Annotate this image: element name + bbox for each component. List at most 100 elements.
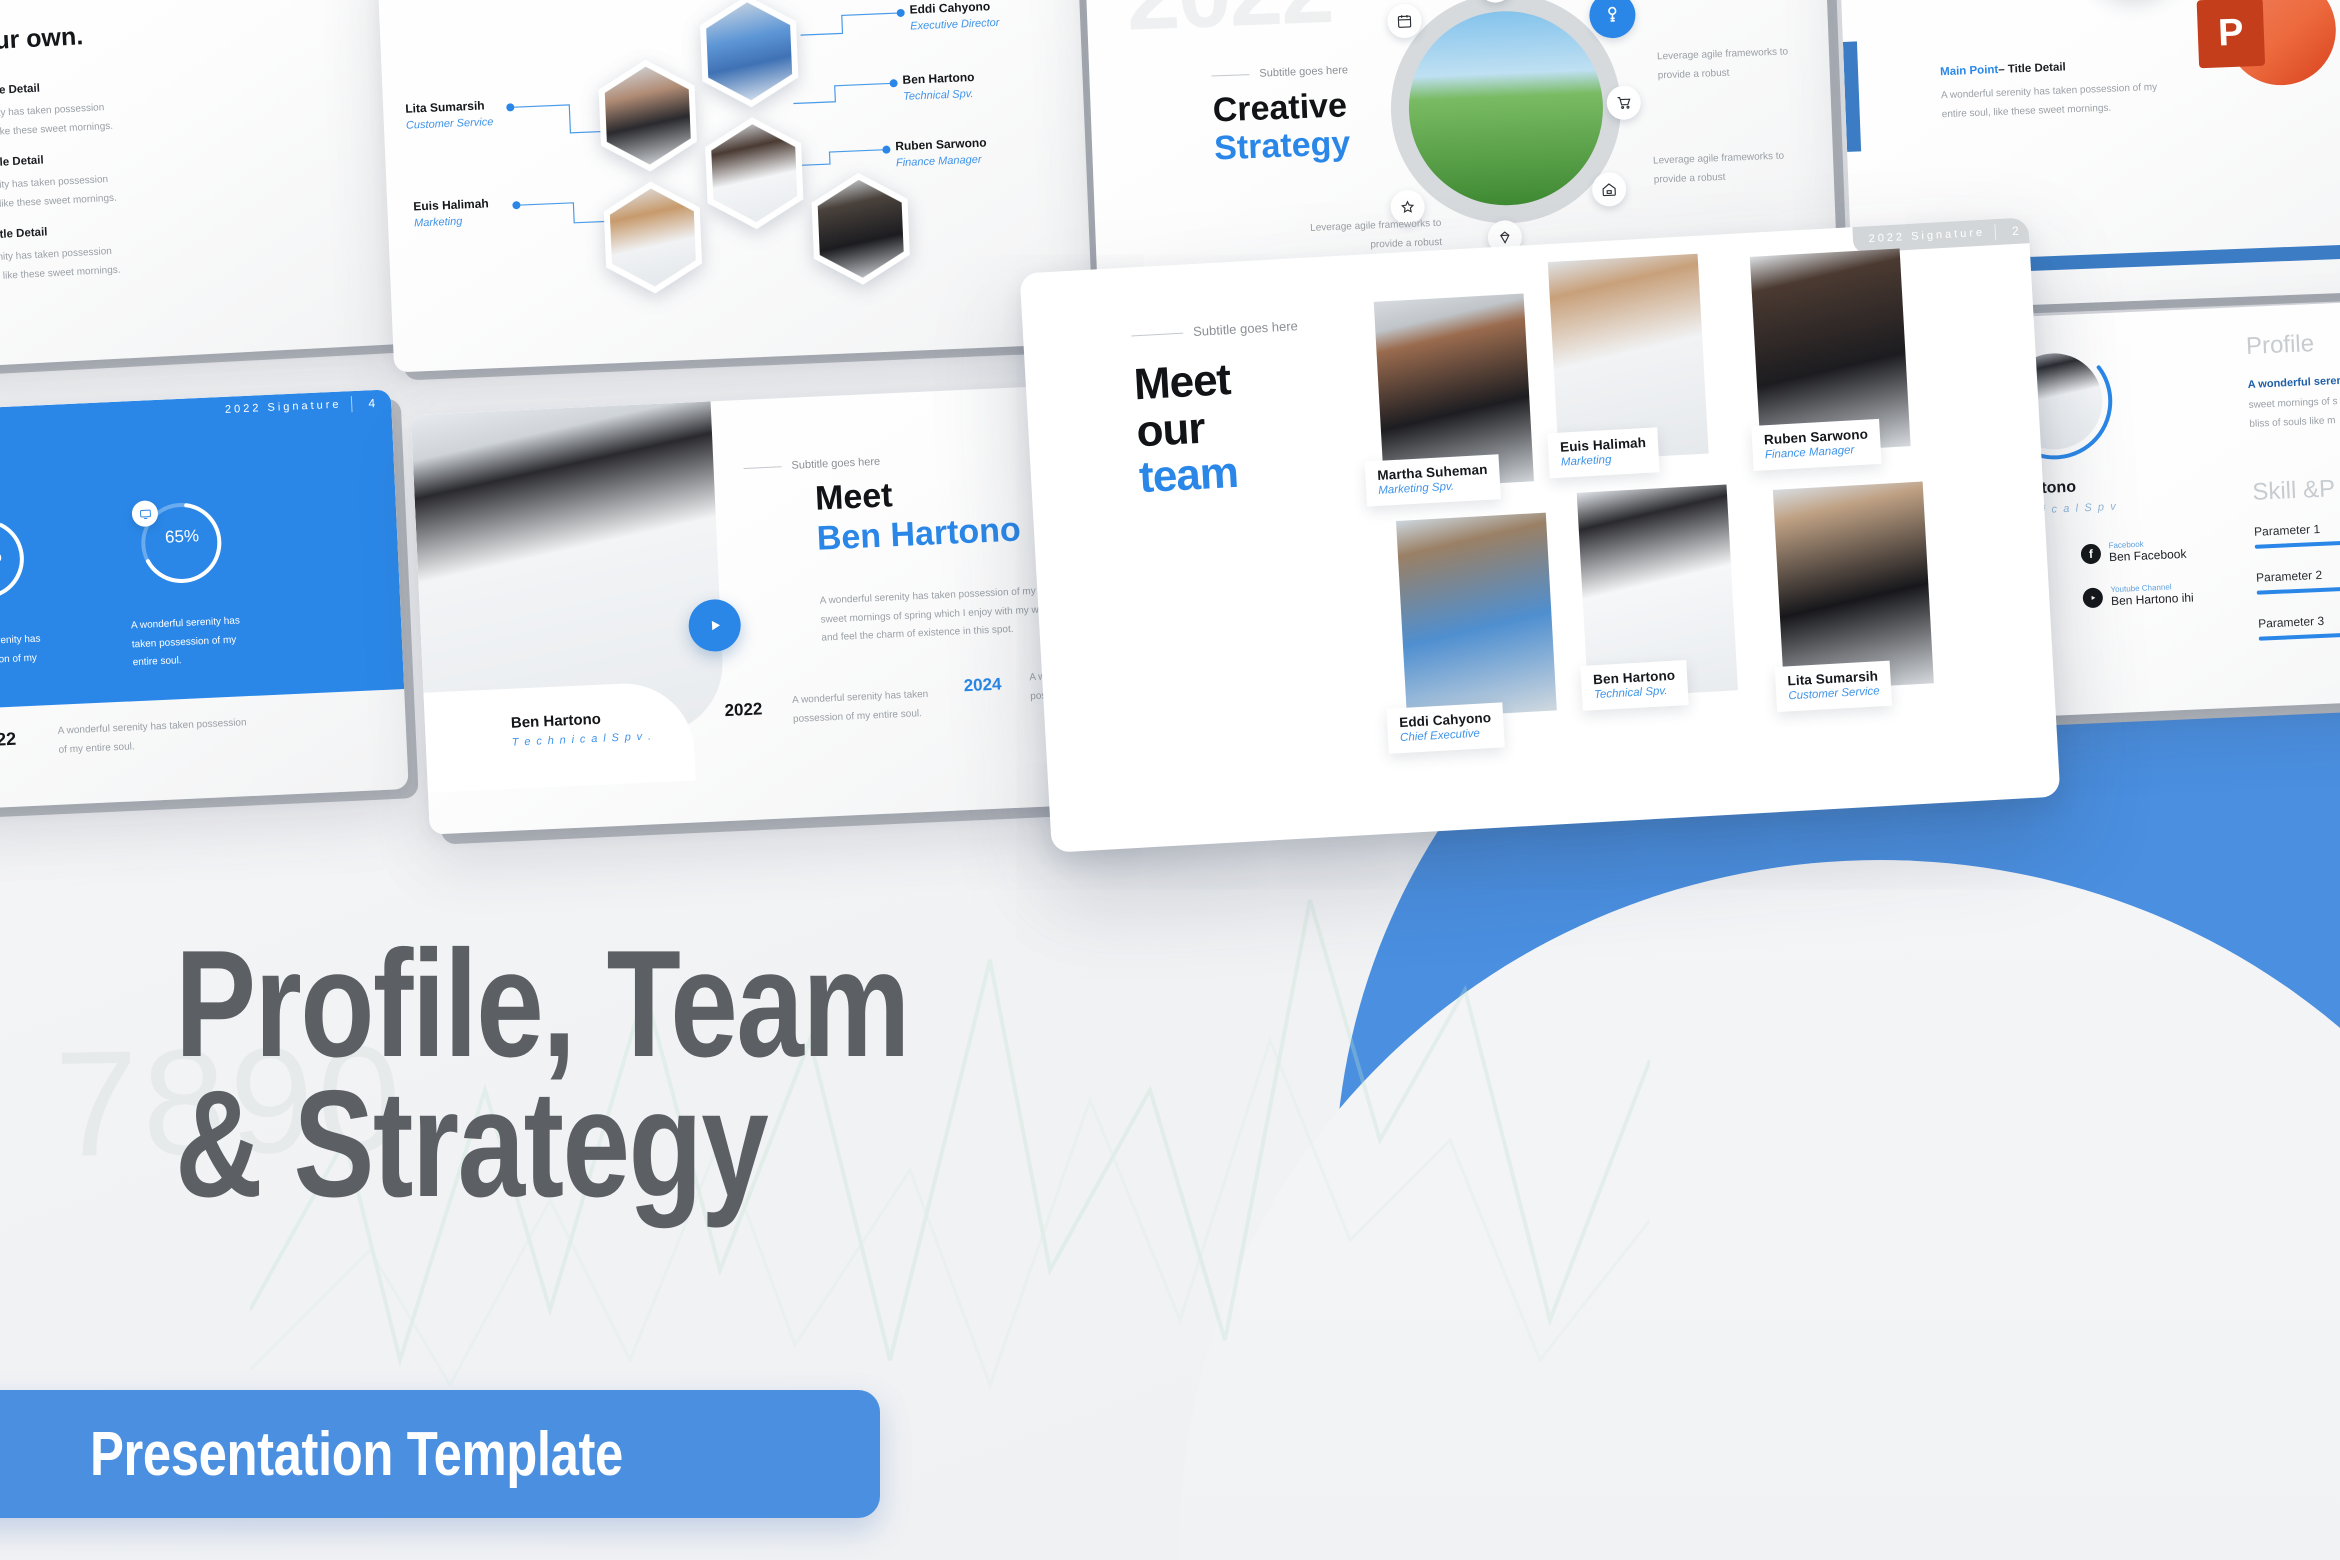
powerpoint-letter: P [2196, 0, 2266, 69]
main-point-detail: Title Detail [2007, 61, 2067, 76]
year-watermark: 2022 [1124, 0, 1334, 53]
slide-title-line-2: our [1135, 403, 1206, 456]
signature-label: 2022 Signature [1868, 226, 1986, 246]
parameter-row: Parameter 1 [2254, 516, 2340, 549]
profile-lead: A wonderful seren [2247, 374, 2340, 391]
parameter-row: Parameter 3 [2258, 608, 2340, 641]
slide-title: Meet our team [1132, 355, 1240, 503]
team-member-label: Eddi Cahyono Executive Director [909, 0, 999, 33]
hexagon-avatar [704, 115, 805, 231]
donut-caption: A wonderful serenity has taken possessio… [130, 615, 241, 669]
facebook-icon: f [2080, 543, 2102, 564]
team-member-label: Euis Halimah Marketing [413, 196, 490, 229]
team-member-card[interactable]: Ruben Sarwono Finance Manager [1749, 248, 1911, 471]
slide-kicker: Subtitle goes here [1131, 318, 1298, 342]
member-photo [1772, 481, 1934, 692]
team-member-card[interactable]: Lita Sumarsih Customer Service [1772, 481, 1934, 713]
slide-title-dark: Creative [1212, 86, 1348, 130]
person-name: Ben Hartono [510, 710, 602, 732]
timeline-year: 2022 [724, 699, 763, 721]
accent-bar [1842, 41, 1862, 152]
member-role: Marketing [1560, 453, 1612, 469]
member-name: Ben Hartono [902, 69, 975, 87]
signature-label: 2022 Signature [224, 398, 342, 416]
hexagon-avatar [810, 171, 911, 287]
slide-change-with-your-own[interactable]: 2022 Signature 1 Subtitle goes here Chan… [0, 0, 411, 376]
member-role: Technical Spv. [1593, 685, 1668, 702]
contact-value: Ben Hartono ihi [2110, 590, 2194, 609]
timeline-body: A wonderful serenity has taken possessio… [791, 688, 929, 725]
skill-heading: Skill &P [2251, 475, 2336, 506]
member-label: Ruben Sarwono Finance Manager [1751, 418, 1882, 471]
contact-row[interactable]: f Facebook Ben Facebook [2080, 538, 2187, 566]
powerpoint-app-icon: P [2196, 0, 2339, 116]
kicker-rule [743, 465, 782, 469]
donut-value: 65% [164, 526, 200, 547]
main-point-body: A wonderful serenity has taken possessio… [0, 174, 118, 213]
team-member-label: Ruben Sarwono Finance Manager [895, 135, 988, 169]
main-point-body: A wonderful serenity has taken possessio… [0, 102, 114, 141]
main-point-item: Main Point– Title Detail A wonderful ser… [0, 151, 121, 218]
slide-title: Change with your own. [0, 22, 84, 64]
slide-title: Meet Ben Hartono [814, 470, 1021, 559]
main-point-body: A wonderful serenity has taken possessio… [0, 245, 121, 285]
member-name: Euis Halimah [413, 196, 489, 214]
team-member-label: Ben Hartono Technical Spv. [902, 70, 975, 103]
strategy-caption: Leverage agile frameworks to provide a r… [1656, 46, 1789, 81]
member-photo [1395, 512, 1557, 719]
donut-caption: A wonderful serenity has taken possessio… [0, 633, 41, 667]
parameter-bar [2258, 630, 2340, 641]
page-title: Profile, Team & Strategy [175, 928, 910, 1220]
kicker-rule [1211, 73, 1250, 77]
slide-meet-our-team[interactable]: 2022 Signature 2 Subtitle goes here Meet… [1019, 217, 2061, 853]
donut-chart-65: 65% [131, 495, 229, 591]
banner-label: Presentation Template [90, 1419, 623, 1489]
timeline-item: 2022 [724, 699, 763, 721]
slide-title-line-3: team [1137, 448, 1240, 503]
member-label: Euis Halimah Marketing [1547, 427, 1660, 479]
slide-title-line-1: Meet [1132, 355, 1232, 410]
hexagon-avatar [597, 58, 698, 174]
parameter-row: Parameter 2 [2256, 562, 2340, 595]
signature-divider [351, 396, 353, 413]
slide-blue-stats[interactable]: 2022 Signature 4 Manager. 85% A wonderfu… [0, 389, 409, 821]
main-point-item: Main Point– Title Detail A wonderful ser… [0, 222, 124, 289]
timeline-item: 2024 [963, 674, 1002, 696]
team-member-card[interactable]: Eddi Cahyono Chief Executive [1386, 512, 1557, 754]
home-icon [1591, 171, 1627, 207]
member-label: Lita Sumarsih Customer Service [1774, 660, 1893, 713]
main-point-detail: Title Detail [0, 226, 48, 242]
profile-body: sweet mornings of s and feel the charm b… [2248, 392, 2340, 430]
key-icon [1588, 0, 1637, 39]
youtube-icon [2082, 586, 2104, 608]
parameter-bar [2256, 585, 2340, 595]
slide-team-slides[interactable]: Subtitle goes here Team Slides. Change w… [376, 0, 1094, 373]
profile-heading: Profile [2245, 330, 2315, 360]
team-member-card[interactable]: Ben Hartono Technical Spv. [1576, 484, 1738, 711]
main-point-body: A wonderful serenity has taken possessio… [1940, 81, 2158, 120]
main-point-dash: – [1998, 63, 2005, 76]
main-point-item: Main Point– Title Detail A wonderful ser… [1940, 57, 2172, 124]
cart-icon [1606, 85, 1642, 121]
team-member-label: Lita Sumarsih Customer Service [405, 98, 494, 131]
member-name: Ruben Sarwono [894, 135, 987, 154]
member-label: Martha Suheman Marketing Spv. [1364, 454, 1502, 507]
slide-kicker: Subtitle goes here [743, 456, 880, 474]
main-point-detail: Title Detail [0, 82, 41, 98]
kicker-rule [1131, 332, 1184, 337]
team-member-card[interactable]: Euis Halimah Marketing [1547, 253, 1709, 479]
team-member-card[interactable]: Martha Suheman Marketing Spv. [1364, 293, 1534, 507]
signature-number: 2 [2011, 223, 2020, 239]
member-label: Ben Hartono Technical Spv. [1580, 660, 1689, 711]
parameter-name: Parameter 3 [2257, 613, 2325, 631]
slide-title-blue: Strategy [1213, 124, 1351, 168]
person-role: T e c h n i c a l S p v . [511, 730, 653, 749]
parameter-name: Parameter 1 [2253, 521, 2321, 539]
main-point-label: Main Point [1939, 64, 1999, 79]
member-role: Chief Executive [1399, 727, 1481, 745]
contact-row[interactable]: Youtube Channel Ben Hartono ihi [2082, 582, 2194, 610]
timeline-body: A wonderful serenity has taken possessio… [57, 717, 247, 756]
strategy-caption: Leverage agile frameworks to provide a r… [1652, 150, 1785, 186]
donut-chart-85: 85% [0, 511, 32, 607]
signature-divider [1994, 224, 1997, 241]
